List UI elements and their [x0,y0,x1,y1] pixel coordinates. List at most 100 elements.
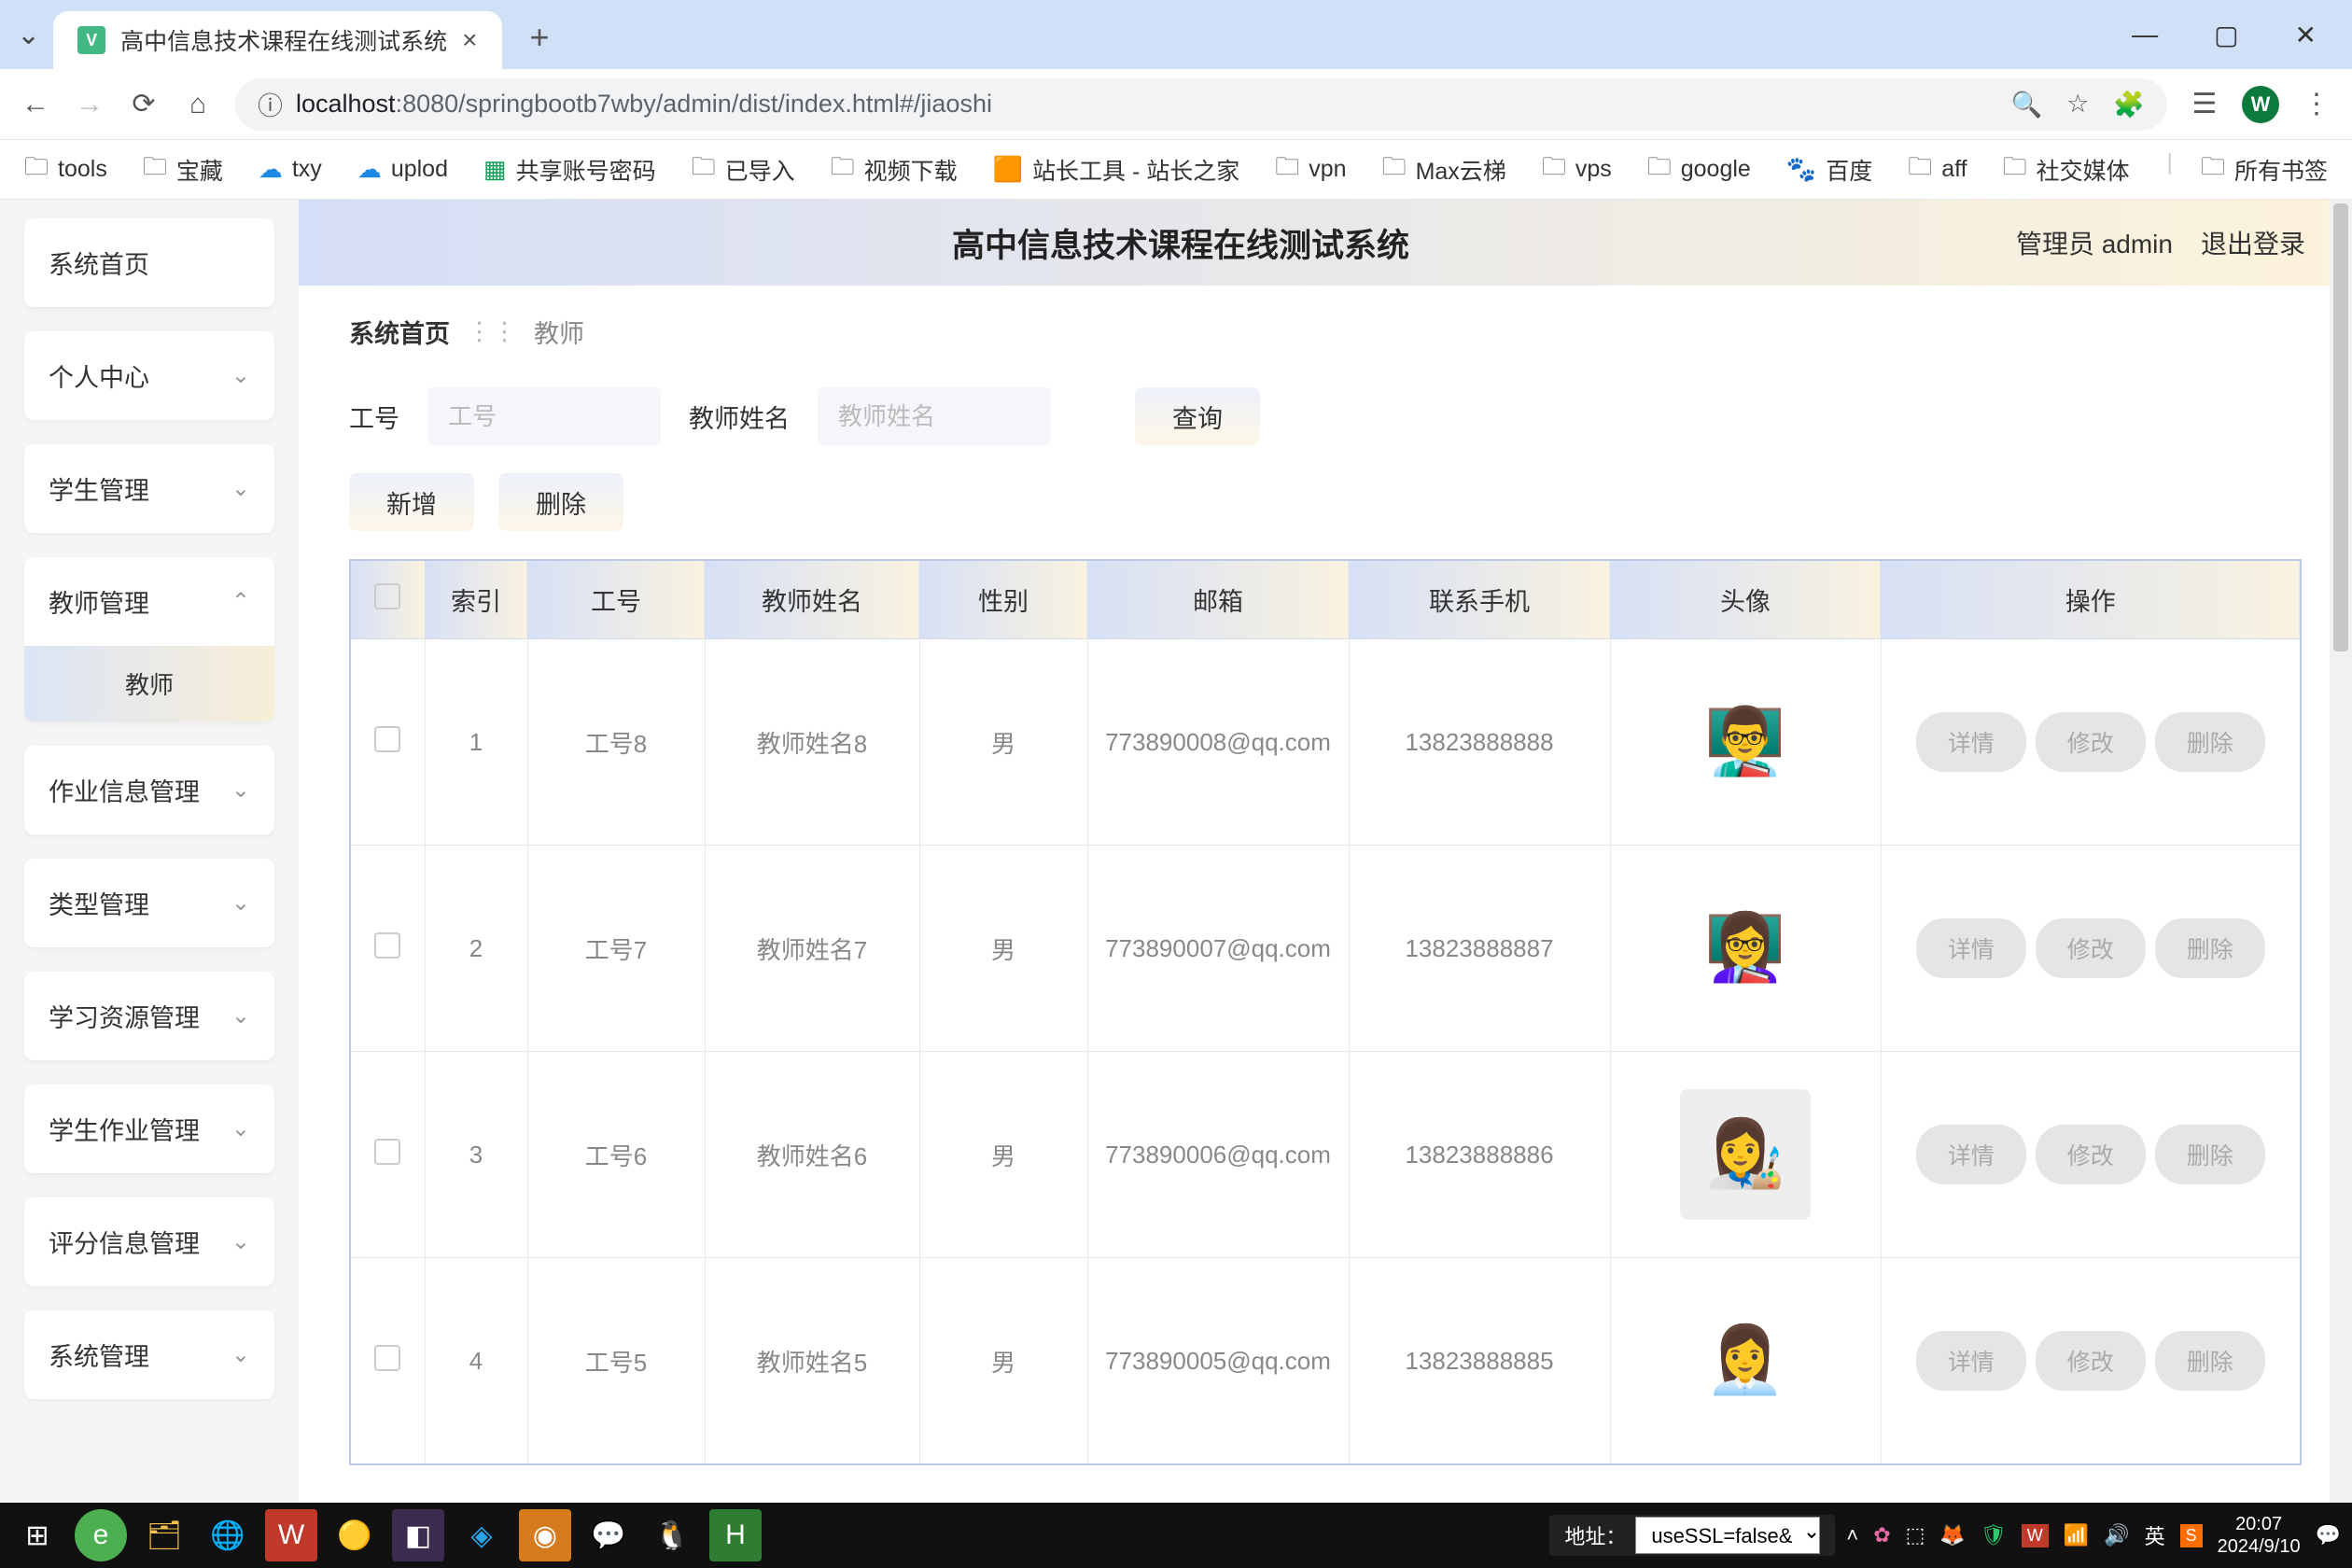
chrome-icon[interactable]: 🟡 [329,1509,381,1561]
row-checkbox[interactable] [374,1345,400,1371]
bookmark-item[interactable]: ▦共享账号密码 [483,153,656,187]
home-icon[interactable]: ⌂ [181,89,215,120]
bookmark-item[interactable]: 🟧站长工具 - 站长之家 [993,153,1240,187]
sidebar-item-teacher-mgmt[interactable]: 教师管理⌃ [24,557,274,646]
tray-notifications-icon[interactable]: 💬 [2316,1523,2341,1547]
edge-icon[interactable]: 🌐 [202,1509,254,1561]
tray-sogou-icon[interactable]: S [2180,1524,2203,1547]
input-teacher-name[interactable] [818,387,1051,445]
forward-icon[interactable]: → [73,89,106,120]
sidebar-item-system-mgmt[interactable]: 系统管理⌄ [24,1310,274,1399]
sidebar-item-student-hw-mgmt[interactable]: 学生作业管理⌄ [24,1085,274,1173]
sidebar-item-personal[interactable]: 个人中心⌄ [24,331,274,420]
back-icon[interactable]: ← [19,89,52,120]
bookmark-item[interactable]: ☁uplod [357,155,448,184]
tray-icon[interactable]: ✿ [1873,1523,1890,1547]
bookmark-item[interactable]: 🗀vps [1542,149,1612,190]
delete-button[interactable]: 删除 [498,473,623,531]
bookmark-item[interactable]: 🗀社交媒体 [2003,149,2130,190]
tray-icon[interactable]: 🦊 [1939,1523,1965,1547]
checkbox-all[interactable] [374,583,400,609]
scrollbar-thumb[interactable] [2333,203,2348,651]
bookmark-item[interactable]: 🗀tools [24,149,107,190]
all-bookmarks[interactable]: 🗀所有书签 [2201,149,2328,190]
new-tab-button[interactable]: + [530,18,550,57]
add-button[interactable]: 新增 [349,473,474,531]
app-icon[interactable]: H [709,1509,762,1561]
sidebar-item-resource-mgmt[interactable]: 学习资源管理⌄ [24,972,274,1060]
bookmark-item[interactable]: 🗀已导入 [692,149,795,190]
tray-ime[interactable]: 英 [2145,1520,2165,1550]
bookmark-item[interactable]: 🗀aff [1908,149,1967,190]
sidebar-sub-teacher[interactable]: 教师 [24,646,274,721]
input-teacher-id[interactable] [427,387,661,445]
zoom-icon[interactable]: 🔍 [2011,90,2043,119]
qq-icon[interactable]: 🐧 [646,1509,698,1561]
app-icon[interactable]: ◉ [519,1509,571,1561]
idea-icon[interactable]: ◧ [392,1509,444,1561]
row-delete-button[interactable]: 删除 [2155,712,2265,772]
edit-button[interactable]: 修改 [2036,918,2146,978]
breadcrumb-home[interactable]: 系统首页 [349,314,450,350]
detail-button[interactable]: 详情 [1916,918,2026,978]
extensions-icon[interactable]: 🧩 [2113,90,2145,119]
logout-link[interactable]: 退出登录 [2201,224,2305,261]
th-checkbox[interactable] [350,560,425,639]
wechat-icon[interactable]: 💬 [582,1509,635,1561]
cell-avatar: 👩‍🏫 [1610,846,1881,1052]
sidebar-item-home[interactable]: 系统首页 [24,218,274,307]
tray-usb-icon[interactable]: ⬚ [1906,1523,1925,1547]
maximize-icon[interactable]: ▢ [2214,20,2238,50]
detail-button[interactable]: 详情 [1916,1125,2026,1184]
row-delete-button[interactable]: 删除 [2155,918,2265,978]
tray-chevron-icon[interactable]: ˄ [1846,1523,1858,1547]
bookmark-star-icon[interactable]: ☆ [2066,90,2089,119]
tray-wifi-icon[interactable]: 📶 [2064,1523,2089,1547]
addr-select[interactable]: useSSL=false& [1635,1517,1820,1554]
edit-button[interactable]: 修改 [2036,712,2146,772]
vertical-scrollbar[interactable] [2330,200,2352,1503]
tray-security-icon[interactable]: 🛡 [1981,1523,2007,1547]
edit-button[interactable]: 修改 [2036,1331,2146,1391]
reading-list-icon[interactable]: ☰ [2188,88,2221,120]
close-window-icon[interactable]: ✕ [2295,20,2317,50]
start-icon[interactable]: ⊞ [11,1509,63,1561]
detail-button[interactable]: 详情 [1916,712,2026,772]
tab-close-icon[interactable]: × [462,25,477,55]
row-checkbox[interactable] [374,1139,400,1165]
address-bar[interactable]: ⓘ localhost:8080/springbootb7wby/admin/d… [235,78,2167,131]
site-info-icon[interactable]: ⓘ [258,86,283,122]
vscode-icon[interactable]: ◈ [455,1509,508,1561]
row-delete-button[interactable]: 删除 [2155,1125,2265,1184]
detail-button[interactable]: 详情 [1916,1331,2026,1391]
row-checkbox[interactable] [374,932,400,959]
tray-clock[interactable]: 20:07 2024/9/10 [2218,1513,2301,1558]
reload-icon[interactable]: ⟳ [127,88,161,120]
profile-avatar[interactable]: W [2242,86,2279,123]
current-user[interactable]: 管理员 admin [2016,224,2173,261]
sidebar-item-student-mgmt[interactable]: 学生管理⌄ [24,444,274,533]
bookmark-item[interactable]: 🗀vpn [1275,149,1346,190]
sidebar-item-score-mgmt[interactable]: 评分信息管理⌄ [24,1197,274,1286]
query-button[interactable]: 查询 [1135,387,1260,445]
tray-icon[interactable]: W [2022,1524,2049,1547]
tray-volume-icon[interactable]: 🔊 [2104,1523,2129,1547]
edit-button[interactable]: 修改 [2036,1125,2146,1184]
bookmark-item[interactable]: 🗀视频下载 [831,149,958,190]
minimize-icon[interactable]: — [2132,20,2158,50]
bookmark-item[interactable]: ☁txy [259,155,322,184]
bookmark-item[interactable]: 🗀google [1647,149,1751,190]
sidebar-item-homework-mgmt[interactable]: 作业信息管理⌄ [24,746,274,834]
bookmark-item[interactable]: 🗀宝藏 [143,149,223,190]
wps-icon[interactable]: W [265,1509,317,1561]
row-checkbox[interactable] [374,726,400,752]
browser-tab[interactable]: V 高中信息技术课程在线测试系统 × [53,11,501,69]
taskbar-app-icon[interactable]: e [75,1509,127,1561]
bookmark-item[interactable]: 🗀Max云梯 [1382,149,1506,190]
sidebar-item-type-mgmt[interactable]: 类型管理⌄ [24,859,274,947]
explorer-icon[interactable]: 🗂 [138,1509,190,1561]
menu-icon[interactable]: ⋮ [2300,88,2333,120]
tab-list-dropdown[interactable]: ⌄ [17,19,40,51]
bookmark-item[interactable]: 🐾百度 [1786,153,1872,187]
row-delete-button[interactable]: 删除 [2155,1331,2265,1391]
